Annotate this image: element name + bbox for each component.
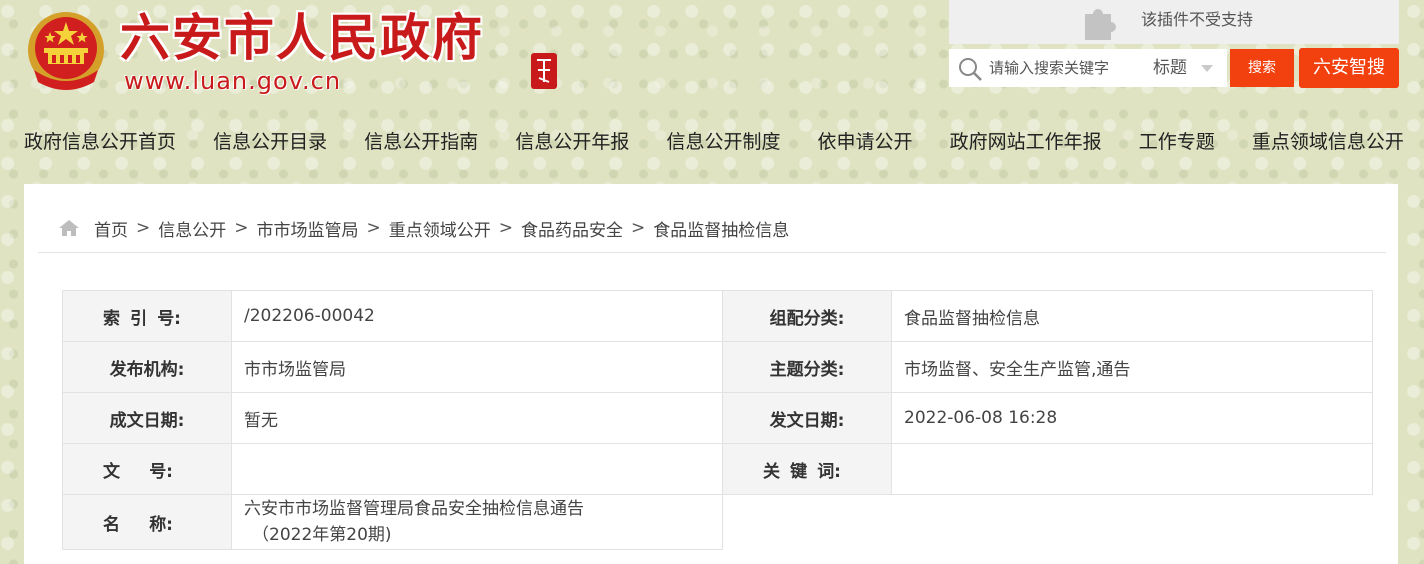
home-icon bbox=[59, 220, 79, 236]
main-nav: 政府信息公开首页 信息公开目录 信息公开指南 信息公开年报 信息公开制度 依申请… bbox=[24, 115, 1404, 165]
breadcrumb-food-drug-safety[interactable]: 食品药品安全 bbox=[521, 216, 623, 241]
keywords-value bbox=[891, 443, 1373, 495]
table-row: 索 引 号: /202206-00042 组配分类: 食品监督抽检信息 bbox=[62, 290, 1373, 342]
zhisou-button[interactable]: 六安智搜 bbox=[1299, 48, 1399, 88]
name-value-line2: （2022年第20期) bbox=[252, 525, 392, 545]
breadcrumb-separator: > bbox=[498, 218, 513, 238]
name-label: 名 称: bbox=[62, 494, 232, 550]
site-url: www.luan.gov.cn bbox=[124, 67, 342, 95]
doc-no-label: 文 号: bbox=[62, 443, 232, 495]
breadcrumb-market-bureau[interactable]: 市市场监管局 bbox=[257, 216, 359, 241]
doc-no-value bbox=[231, 443, 723, 495]
search-scope-select[interactable]: 标题 bbox=[1153, 49, 1187, 87]
document-info-table: 索 引 号: /202206-00042 组配分类: 食品监督抽检信息 发布机构… bbox=[62, 290, 1373, 550]
search-bar: 标题 bbox=[949, 49, 1227, 87]
breadcrumb-food-inspection[interactable]: 食品监督抽检信息 bbox=[653, 216, 789, 241]
search-input[interactable] bbox=[989, 53, 1139, 83]
site-title: 六安市人民政府 bbox=[120, 8, 484, 67]
publisher-value: 市市场监管局 bbox=[231, 341, 723, 393]
name-value: 六安市市场监督管理局食品安全抽检信息通告 （2022年第20期) bbox=[231, 494, 723, 550]
topic-label: 主题分类: bbox=[722, 341, 892, 393]
breadcrumb-home[interactable]: 首页 bbox=[94, 216, 128, 241]
nav-item-annual-report[interactable]: 信息公开年报 bbox=[515, 127, 629, 154]
breadcrumb-separator: > bbox=[366, 218, 381, 238]
breadcrumb-separator: > bbox=[631, 218, 646, 238]
search-button[interactable]: 搜索 bbox=[1230, 49, 1294, 87]
nav-item-key-areas[interactable]: 重点领域信息公开 bbox=[1252, 127, 1404, 154]
name-value-line1: 六安市市场监督管理局食品安全抽检信息通告 bbox=[244, 499, 584, 519]
breadcrumb-separator: > bbox=[234, 218, 249, 238]
search-icon bbox=[959, 58, 982, 81]
created-date-label: 成文日期: bbox=[62, 392, 232, 444]
site-header: 六安市人民政府 www.luan.gov.cn 该插件不受支持 标题 搜索 六安… bbox=[0, 0, 1424, 110]
nav-item-guide[interactable]: 信息公开指南 bbox=[364, 127, 478, 154]
issue-date-value: 2022-06-08 16:28 bbox=[891, 392, 1373, 444]
table-row: 名 称: 六安市市场监督管理局食品安全抽检信息通告 （2022年第20期) bbox=[62, 494, 1373, 550]
empty-cell bbox=[723, 495, 1373, 550]
breadcrumb-separator: > bbox=[136, 218, 151, 238]
nav-item-catalog[interactable]: 信息公开目录 bbox=[213, 127, 327, 154]
seal-icon bbox=[531, 53, 557, 89]
keywords-label: 关 键 词: bbox=[722, 443, 892, 495]
breadcrumb-info-public[interactable]: 信息公开 bbox=[158, 216, 226, 241]
plugin-notice: 该插件不受支持 bbox=[949, 0, 1399, 44]
table-row: 发布机构: 市市场监管局 主题分类: 市场监督、安全生产监管,通告 bbox=[62, 341, 1373, 393]
plugin-notice-text: 该插件不受支持 bbox=[1141, 10, 1254, 29]
category-value: 食品监督抽检信息 bbox=[891, 290, 1373, 342]
index-no-value: /202206-00042 bbox=[231, 290, 723, 342]
content-panel: 首页 > 信息公开 > 市市场监管局 > 重点领域公开 > 食品药品安全 > 食… bbox=[24, 184, 1398, 564]
publisher-label: 发布机构: bbox=[62, 341, 232, 393]
category-label: 组配分类: bbox=[722, 290, 892, 342]
table-row: 文 号: 关 键 词: bbox=[62, 443, 1373, 495]
breadcrumb-key-areas[interactable]: 重点领域公开 bbox=[389, 216, 491, 241]
index-no-label: 索 引 号: bbox=[62, 290, 232, 342]
nav-item-topics[interactable]: 工作专题 bbox=[1139, 127, 1215, 154]
topic-value: 市场监督、安全生产监管,通告 bbox=[891, 341, 1373, 393]
nav-item-application[interactable]: 依申请公开 bbox=[818, 127, 913, 154]
national-emblem-icon bbox=[28, 12, 104, 90]
created-date-value: 暂无 bbox=[231, 392, 723, 444]
nav-item-website-report[interactable]: 政府网站工作年报 bbox=[950, 127, 1102, 154]
puzzle-icon bbox=[1085, 9, 1116, 40]
chevron-down-icon[interactable] bbox=[1201, 65, 1213, 72]
nav-item-system[interactable]: 信息公开制度 bbox=[666, 127, 780, 154]
breadcrumb: 首页 > 信息公开 > 市市场监管局 > 重点领域公开 > 食品药品安全 > 食… bbox=[38, 204, 1386, 253]
nav-item-home[interactable]: 政府信息公开首页 bbox=[24, 127, 176, 154]
table-row: 成文日期: 暂无 发文日期: 2022-06-08 16:28 bbox=[62, 392, 1373, 444]
issue-date-label: 发文日期: bbox=[722, 392, 892, 444]
